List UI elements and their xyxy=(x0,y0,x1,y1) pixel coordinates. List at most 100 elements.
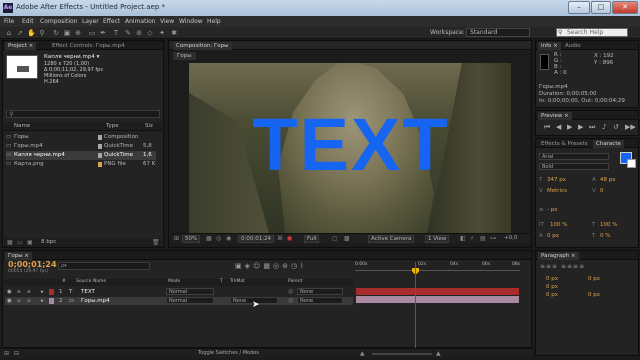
font-style-select[interactable]: Bold xyxy=(539,163,609,170)
fast-preview-icon[interactable]: ⚡ xyxy=(470,235,474,242)
graph-editor-icon[interactable]: ⌇ xyxy=(300,262,306,270)
font-size-value[interactable]: 347 px xyxy=(547,177,566,183)
eraser-tool-icon[interactable]: ◇ xyxy=(146,29,154,37)
parent-pickwhip-icon[interactable]: ◎ xyxy=(288,297,293,304)
loop-icon[interactable]: ↺ xyxy=(613,123,619,131)
menu-composition[interactable]: Composition xyxy=(40,18,77,25)
home-icon[interactable]: ⌂ xyxy=(5,29,13,37)
menu-animation[interactable]: Animation xyxy=(125,18,156,25)
audio-icon[interactable]: ♪ xyxy=(602,123,606,131)
column-size[interactable]: Siz xyxy=(145,123,153,129)
tab-effect-controls[interactable]: Effect Controls: Горы.mp4 xyxy=(49,42,128,50)
layer-mode-select[interactable]: Normal xyxy=(166,288,214,295)
indent-left[interactable]: 0 px xyxy=(546,276,558,282)
tab-effects-presets[interactable]: Effects & Presets xyxy=(538,140,591,148)
auto-keyframe-icon[interactable]: ◷ xyxy=(291,262,300,270)
comp-mini-flowchart-icon[interactable]: ▣ xyxy=(235,262,245,270)
lock-icon[interactable]: ▪ xyxy=(27,297,31,305)
text-layer[interactable]: TEXT xyxy=(241,105,461,185)
roi-icon[interactable]: ▢ xyxy=(332,235,338,242)
project-search-input[interactable]: ⚲ xyxy=(6,110,160,118)
camera-select[interactable]: Active Camera xyxy=(368,235,415,243)
col-trkmat[interactable]: TrkMat xyxy=(230,279,245,284)
project-list-item[interactable]: ▭ Карта.png PNG file 67 K xyxy=(6,160,156,169)
brainstorm-icon[interactable]: ⊛ xyxy=(282,262,291,270)
layer-parent-select[interactable]: None xyxy=(297,288,343,295)
play-icon[interactable]: ▶ xyxy=(567,123,572,131)
view-layout-select[interactable]: 1 View xyxy=(425,235,450,243)
tab-character[interactable]: Characte xyxy=(593,140,624,148)
selected-item-name[interactable]: Капля черни.mp4 ▾ xyxy=(44,54,99,60)
resolution-select[interactable]: Full xyxy=(304,235,320,243)
menu-file[interactable]: File xyxy=(4,18,14,25)
playhead-line[interactable] xyxy=(415,262,416,358)
menu-help[interactable]: Help xyxy=(207,18,221,25)
layer-bar-text[interactable] xyxy=(356,288,519,295)
menu-layer[interactable]: Layer xyxy=(82,18,99,25)
comp-breadcrumb[interactable]: Горы xyxy=(173,52,196,60)
hscale-value[interactable]: 100 % xyxy=(600,222,617,228)
pan-behind-icon[interactable]: ⊕ xyxy=(74,29,82,37)
menu-view[interactable]: View xyxy=(160,18,174,25)
font-family-select[interactable]: Arial xyxy=(539,153,609,160)
pen-tool-icon[interactable]: ✒ xyxy=(99,29,107,37)
layer-parent-select[interactable]: None xyxy=(297,297,343,304)
zoom-tool-icon[interactable]: ⚲ xyxy=(38,29,46,37)
menu-effect[interactable]: Effect xyxy=(103,18,120,25)
column-name[interactable]: Name xyxy=(14,123,30,129)
viewer-timecode[interactable]: 0;00;01;24 xyxy=(238,235,275,243)
hide-shy-icon[interactable]: ☺ xyxy=(253,262,263,270)
rotate-tool-icon[interactable]: ↻ xyxy=(52,29,60,37)
expand-arrow-icon[interactable]: ▸ xyxy=(41,297,44,305)
col-t[interactable]: T xyxy=(220,279,223,284)
workspace-select[interactable]: Standard xyxy=(466,28,530,37)
tab-audio[interactable]: Audio xyxy=(562,42,584,50)
tab-composition[interactable]: Composition: Горы xyxy=(173,42,232,50)
expand-icon[interactable]: ⊞ xyxy=(4,350,9,357)
timeline-icon[interactable]: ▤ xyxy=(480,235,486,242)
search-help-input[interactable]: Search Help xyxy=(556,28,628,37)
timeline-timecode[interactable]: 0;00;01;24 xyxy=(8,260,57,269)
project-list-item[interactable]: ▭ Капля черни.mp4 QuickTime 1,6 xyxy=(6,151,156,160)
layer-name[interactable]: TEXT xyxy=(81,288,95,296)
parent-pickwhip-icon[interactable]: ◎ xyxy=(288,288,293,295)
grid-icon[interactable]: ▦ xyxy=(206,235,212,242)
rectangle-tool-icon[interactable]: ▭ xyxy=(88,29,96,37)
next-frame-icon[interactable]: ▶ xyxy=(578,123,583,131)
zoom-select[interactable]: 50% xyxy=(182,235,201,243)
project-list-item[interactable]: ▭ Горы.mp4QuickTime5,8 M xyxy=(6,142,156,158)
layer-bar-footage[interactable] xyxy=(356,296,519,303)
tab-info[interactable]: Info × xyxy=(538,42,561,50)
col-source-name[interactable]: Source Name xyxy=(76,279,106,284)
transparency-icon[interactable]: ▩ xyxy=(344,235,350,242)
prev-frame-icon[interactable]: ◀ xyxy=(556,123,561,131)
folder-icon[interactable]: ▭ xyxy=(17,239,23,246)
baseline-value[interactable]: 0 px xyxy=(547,233,559,239)
layer-name[interactable]: Горы.mp4 xyxy=(81,297,110,305)
clone-tool-icon[interactable]: ⊚ xyxy=(135,29,143,37)
kerning-value[interactable]: Metrics xyxy=(547,188,567,194)
solo-icon[interactable]: ▪ xyxy=(17,288,21,296)
type-tool-icon[interactable]: T xyxy=(112,29,120,37)
menu-window[interactable]: Window xyxy=(179,18,203,25)
bpc-label[interactable]: 8 bpc xyxy=(41,239,56,245)
tsume-value[interactable]: 0 % xyxy=(600,233,610,239)
comp-viewer[interactable]: TEXT xyxy=(189,63,511,233)
stroke-color-swatch[interactable] xyxy=(627,159,636,168)
camera-tool-icon[interactable]: ▣ xyxy=(63,29,71,37)
exposure-value[interactable]: +0,0 xyxy=(504,235,517,241)
hand-tool-icon[interactable]: ✋ xyxy=(27,29,36,37)
last-frame-icon[interactable]: ⏭ xyxy=(589,123,595,132)
close-button[interactable]: ✕ xyxy=(612,1,638,14)
timeline-switches[interactable]: ▣◈☺▦◎⊛◷⌇ xyxy=(235,262,306,270)
column-type[interactable]: Type xyxy=(106,123,119,129)
roto-brush-icon[interactable]: ✦ xyxy=(158,29,166,37)
solo-icon[interactable]: ▪ xyxy=(17,297,21,305)
project-list-item[interactable]: ▭ Горы Composition xyxy=(6,133,156,142)
toggle-pixel-icon[interactable]: ◧ xyxy=(460,235,466,242)
eye-icon[interactable]: ◉ xyxy=(7,297,12,305)
tracking-value[interactable]: 0 xyxy=(600,188,604,194)
layer-mode-select[interactable]: Normal xyxy=(166,297,214,304)
leading-value[interactable]: 48 px xyxy=(600,177,616,183)
col-mode[interactable]: Mode xyxy=(168,279,180,284)
